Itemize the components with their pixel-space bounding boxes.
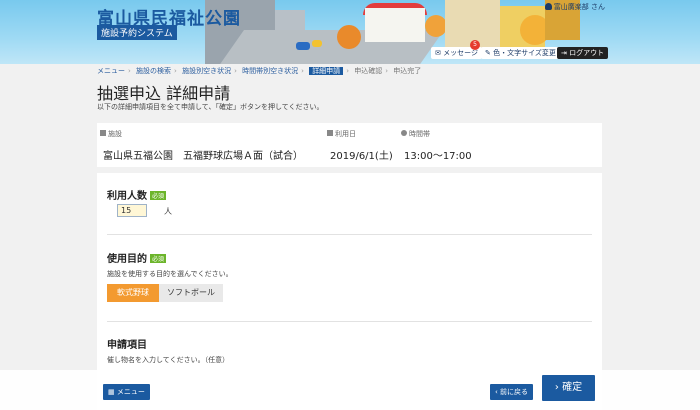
user-icon	[544, 3, 552, 10]
building-icon	[100, 130, 106, 136]
user-info[interactable]: 富山廣楽部 さん	[544, 2, 605, 12]
grid-icon: ▦	[108, 388, 115, 396]
chevron-left-icon: ‹	[495, 388, 498, 396]
breadcrumb-separator: ›	[346, 67, 349, 75]
purpose-description: 施設を使用する目的を選んでください。	[107, 270, 233, 278]
breadcrumb-separator: ›	[234, 67, 237, 75]
back-label: 前に戻る	[500, 388, 529, 396]
required-badge: 必須	[150, 191, 167, 200]
items-description: 催し物名を入力してください。（任意）	[107, 356, 230, 364]
breadcrumb-complete: 申込完了	[393, 67, 422, 75]
facility-label: 施設	[100, 129, 122, 139]
time-label: 時間帯	[401, 129, 430, 139]
date-value: 2019/6/1(土)	[330, 151, 393, 162]
logout-button[interactable]: ⇥ ログアウト	[557, 47, 609, 59]
back-button[interactable]: ‹ 前に戻る	[490, 384, 534, 400]
people-title-text: 利用人数	[107, 191, 147, 202]
time-label-text: 時間帯	[409, 130, 430, 138]
people-unit: 人	[164, 207, 172, 216]
menu-button[interactable]: ▦ メニュー	[103, 384, 150, 400]
confirm-button[interactable]: › 確定	[542, 375, 595, 401]
purpose-option-softball[interactable]: ソフトボール	[159, 284, 223, 302]
purpose-title-text: 使用目的	[107, 254, 147, 265]
purpose-option-softball-baseball[interactable]: 軟式野球	[107, 284, 159, 302]
breadcrumb-facility-availability[interactable]: 施設別空き状況	[182, 67, 231, 75]
facility-value: 富山県五福公園 五福野球広場Ａ面（試合）	[103, 151, 303, 162]
breadcrumb-confirm: 申込確認	[354, 67, 383, 75]
reservation-info: 施設 富山県五福公園 五福野球広場Ａ面（試合） 利用日 2019/6/1(土) …	[97, 123, 602, 167]
facility-label-text: 施設	[108, 130, 122, 138]
breadcrumb-separator: ›	[128, 67, 131, 75]
clock-icon	[401, 130, 407, 136]
user-name: 富山廣楽部 さん	[553, 3, 605, 11]
breadcrumb: メニュー › 施設の検索 › 施設別空き状況 › 時間帯別空き状況 › 詳細申請 › 申込…	[97, 66, 424, 76]
date-label-text: 利用日	[335, 130, 356, 138]
breadcrumb-separator: ›	[174, 67, 177, 75]
tree-illustration	[337, 25, 361, 49]
pen-icon: ✎	[485, 49, 491, 57]
tree-illustration	[425, 15, 447, 37]
message-label: メッセージ	[443, 49, 478, 57]
calendar-icon	[327, 130, 333, 136]
breadcrumb-separator: ›	[301, 67, 304, 75]
menu-label: メニュー	[116, 388, 145, 396]
car-illustration	[312, 40, 322, 47]
page-description: 以下の詳細申請項目を全て申請して、「確定」ボタンを押してください。	[97, 103, 324, 111]
divider	[107, 234, 592, 235]
car-illustration	[296, 42, 310, 50]
school-illustration	[365, 8, 425, 42]
people-count-input[interactable]: 15	[117, 204, 147, 217]
system-tag: 施設予約システム	[97, 25, 177, 40]
breadcrumb-separator: ›	[385, 67, 389, 75]
required-badge: 必須	[150, 254, 167, 263]
chevron-right-icon: ›	[554, 382, 559, 393]
date-label: 利用日	[327, 129, 356, 139]
logout-icon: ⇥	[561, 49, 567, 57]
logout-label: ログアウト	[569, 49, 605, 57]
time-value: 13:00～17:00	[404, 151, 472, 162]
breadcrumb-current: 詳細申請	[309, 67, 344, 75]
items-section-title: 申請項目	[107, 340, 147, 351]
confirm-label: 確定	[562, 382, 583, 393]
breadcrumb-time-availability[interactable]: 時間帯別空き状況	[242, 67, 298, 75]
breadcrumb-menu[interactable]: メニュー	[97, 67, 125, 75]
page-title: 抽選申込 詳細申請	[97, 84, 231, 103]
breadcrumb-facility-search[interactable]: 施設の検索	[136, 67, 171, 75]
message-icon: ✉	[435, 49, 441, 57]
font-size-label: 色・文字サイズ変更	[493, 49, 556, 57]
font-size-button[interactable]: ✎ 色・文字サイズ変更	[481, 47, 560, 59]
people-section-title: 利用人数 必須	[107, 187, 167, 202]
message-count-badge: 5	[470, 40, 480, 50]
header-banner: 富山県民福祉公園 施設予約システム 富山廣楽部 さん ✉ メッセージ 5 ✎ 色…	[0, 0, 700, 64]
divider	[107, 321, 592, 322]
purpose-section-title: 使用目的 必須	[107, 250, 167, 265]
